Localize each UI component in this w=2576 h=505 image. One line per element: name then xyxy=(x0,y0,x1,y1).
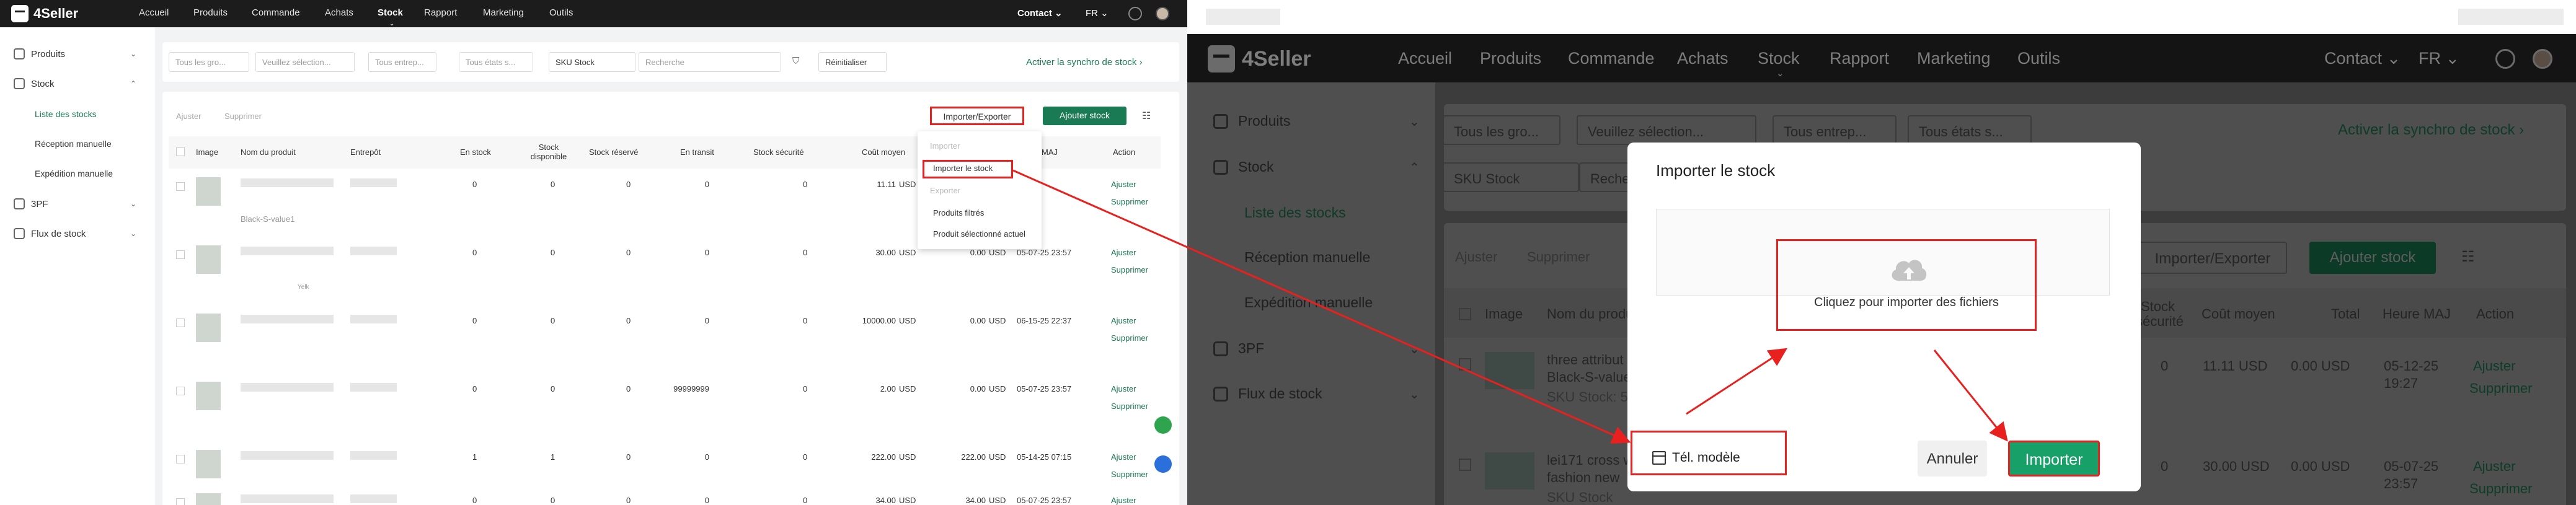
arrow-template-to-dropzone xyxy=(1686,348,1788,415)
arrow-import-to-template xyxy=(1012,169,1631,444)
annotation-arrows xyxy=(1012,169,2008,444)
arrow-dropzone-to-import xyxy=(1933,349,2008,442)
